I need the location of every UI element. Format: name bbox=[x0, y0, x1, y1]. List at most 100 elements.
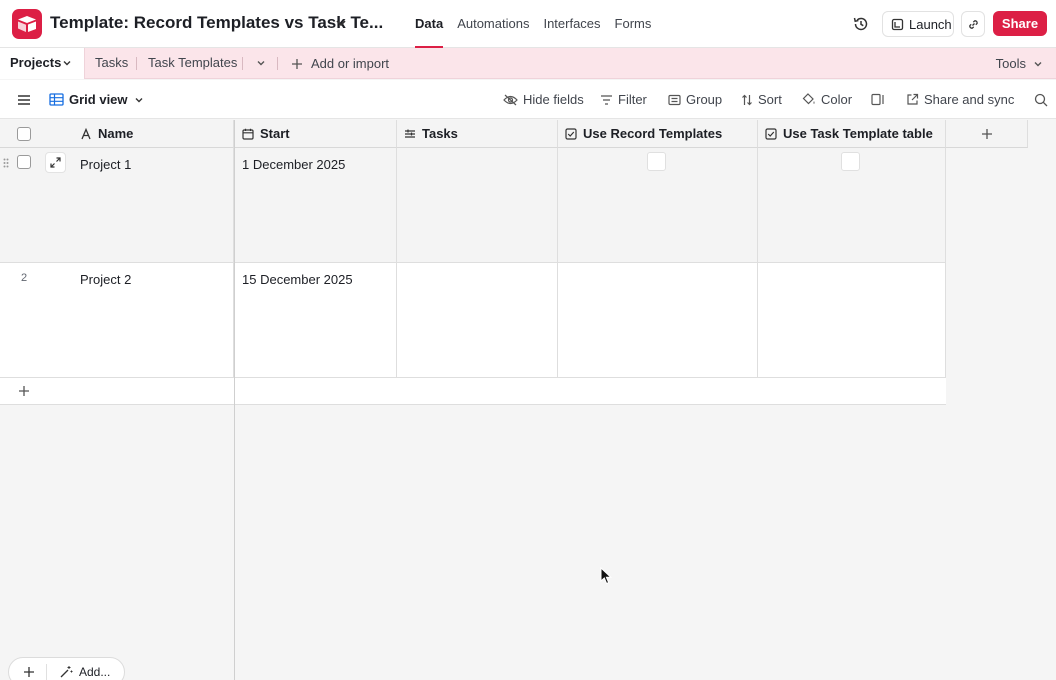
column-header-use-task-template-table[interactable]: Use Task Template table bbox=[758, 120, 946, 148]
table-tab-projects[interactable]: Projects bbox=[0, 48, 85, 79]
tab-automations[interactable]: Automations bbox=[450, 0, 536, 48]
checkbox[interactable] bbox=[647, 152, 666, 171]
text-field-icon bbox=[81, 127, 91, 139]
launch-button[interactable]: Launch bbox=[882, 11, 954, 37]
cell-start[interactable]: 1 December 2025 bbox=[235, 148, 397, 263]
chevron-down-icon[interactable] bbox=[334, 16, 348, 30]
share-button[interactable]: Share bbox=[993, 11, 1047, 36]
sidebar-toggle[interactable] bbox=[17, 80, 31, 119]
hide-fields-button[interactable]: Hide fields bbox=[503, 80, 584, 119]
row-height-icon bbox=[871, 93, 884, 106]
calendar-icon bbox=[242, 128, 254, 140]
base-logo-icon[interactable] bbox=[12, 9, 42, 39]
tools-label: Tools bbox=[995, 55, 1026, 71]
cell-tasks[interactable] bbox=[397, 148, 558, 263]
expand-icon bbox=[50, 157, 61, 168]
column-header-use-record-templates[interactable]: Use Record Templates bbox=[558, 120, 758, 148]
plus-icon bbox=[981, 128, 992, 139]
hide-fields-label: Hide fields bbox=[523, 92, 584, 107]
column-header-tasks[interactable]: Tasks bbox=[397, 120, 558, 148]
cell-use-record-templates bbox=[558, 148, 758, 263]
cell-name[interactable]: Project 2 bbox=[73, 263, 234, 378]
view-name: Grid view bbox=[69, 92, 128, 107]
drag-handle-icon[interactable] bbox=[3, 158, 9, 168]
tab-divider bbox=[242, 57, 243, 70]
expand-record-button[interactable] bbox=[45, 152, 66, 173]
link-icon bbox=[968, 19, 978, 29]
row-selector-cell bbox=[0, 148, 73, 263]
group-label: Group bbox=[686, 92, 723, 107]
more-tables-chevron-icon[interactable] bbox=[255, 57, 267, 69]
view-switcher[interactable]: Grid view bbox=[49, 80, 145, 119]
frozen-column-divider[interactable] bbox=[234, 120, 235, 680]
external-share-icon bbox=[907, 93, 919, 105]
grid-view-icon bbox=[49, 93, 64, 106]
row-checkbox[interactable] bbox=[17, 155, 31, 169]
divider bbox=[46, 664, 47, 680]
tab-divider bbox=[136, 57, 137, 70]
checkbox-field-icon bbox=[765, 127, 777, 140]
column-header-label: Name bbox=[98, 126, 134, 141]
history-icon[interactable] bbox=[851, 14, 871, 34]
mouse-cursor-icon bbox=[600, 567, 612, 585]
search-button[interactable] bbox=[1034, 80, 1048, 119]
paint-bucket-icon bbox=[802, 93, 815, 105]
column-header-label: Start bbox=[260, 126, 290, 141]
chevron-down-icon bbox=[135, 97, 143, 102]
launch-icon bbox=[891, 18, 904, 30]
cell-name[interactable]: Project 1 bbox=[73, 148, 234, 263]
tab-data[interactable]: Data bbox=[415, 0, 450, 48]
add-with-ai-button[interactable]: Add... bbox=[59, 665, 110, 679]
cell-use-record-templates[interactable] bbox=[558, 263, 758, 378]
add-record-row[interactable] bbox=[0, 378, 946, 405]
column-header-start[interactable]: Start bbox=[235, 120, 397, 148]
checkbox[interactable] bbox=[841, 152, 860, 171]
sort-button[interactable]: Sort bbox=[741, 80, 782, 119]
tab-interfaces[interactable]: Interfaces bbox=[536, 0, 607, 48]
select-all-checkbox[interactable] bbox=[17, 126, 31, 141]
add-field-button[interactable] bbox=[946, 120, 1028, 148]
share-and-sync-label: Share and sync bbox=[924, 92, 1015, 107]
plus-icon bbox=[24, 667, 34, 677]
copy-link-button[interactable] bbox=[961, 11, 985, 37]
linked-record-icon bbox=[405, 129, 415, 138]
add-or-import-label: Add or import bbox=[311, 55, 390, 71]
sort-icon bbox=[742, 94, 752, 105]
checkbox-field-icon bbox=[565, 127, 577, 140]
eye-slash-icon bbox=[503, 94, 518, 105]
view-toolbar: Grid view Hide fields Filter Group Sort … bbox=[0, 80, 1056, 119]
chevron-down-icon[interactable] bbox=[61, 57, 73, 69]
add-or-import-button[interactable]: Add or import bbox=[291, 48, 389, 79]
sort-label: Sort bbox=[758, 92, 782, 107]
table-tab-tasks[interactable]: Tasks bbox=[95, 48, 128, 79]
table-tabs-bar: Projects Tasks Task Templates Add or imp… bbox=[0, 48, 1056, 79]
group-button[interactable]: Group bbox=[668, 80, 722, 119]
share-and-sync-button[interactable]: Share and sync bbox=[906, 80, 1014, 119]
column-header-name[interactable]: Name bbox=[73, 120, 234, 148]
cell-use-task-template-table[interactable] bbox=[758, 263, 946, 378]
tab-divider bbox=[277, 57, 278, 70]
filter-icon bbox=[601, 94, 612, 105]
color-label: Color bbox=[821, 92, 853, 107]
chevron-down-icon bbox=[1034, 61, 1042, 66]
column-header-label: Use Task Template table bbox=[783, 126, 933, 141]
tab-forms[interactable]: Forms bbox=[608, 0, 659, 48]
table-tab-task-templates[interactable]: Task Templates bbox=[148, 48, 237, 79]
column-header-label: Tasks bbox=[422, 126, 458, 141]
color-button[interactable]: Color bbox=[802, 80, 852, 119]
plus-icon bbox=[292, 58, 302, 69]
row-height-button[interactable] bbox=[871, 80, 885, 119]
tools-menu[interactable]: Tools bbox=[996, 48, 1044, 79]
filter-button[interactable]: Filter bbox=[600, 80, 647, 119]
add-record-bottom-button[interactable] bbox=[23, 666, 35, 680]
table-tab-label: Projects bbox=[10, 55, 62, 70]
launch-label: Launch bbox=[909, 16, 952, 32]
cell-start[interactable]: 15 December 2025 bbox=[235, 263, 397, 378]
select-all-header bbox=[0, 120, 73, 148]
search-icon bbox=[1034, 93, 1048, 106]
cell-use-task-template-table bbox=[758, 148, 946, 263]
group-icon bbox=[668, 94, 681, 105]
filter-label: Filter bbox=[618, 92, 647, 107]
cell-tasks[interactable] bbox=[397, 263, 558, 378]
bottom-add-bar: Add... bbox=[8, 657, 125, 680]
